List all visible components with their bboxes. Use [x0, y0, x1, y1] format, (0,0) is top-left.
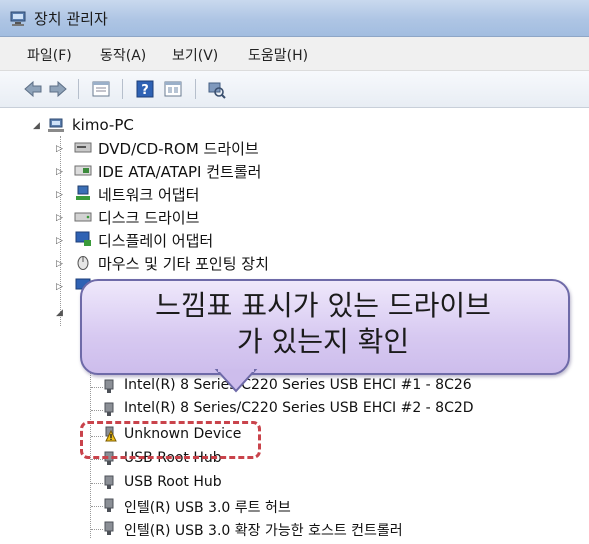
tree-root-node[interactable]: kimo-PC [72, 116, 134, 134]
tree-node-usb-ehci-1[interactable]: Intel(R) 8 Series/C220 Series USB EHCI #… [124, 377, 472, 393]
ide-controller-icon [74, 165, 92, 176]
expand-arrow-icon[interactable]: ▷ [56, 167, 63, 177]
tree-node-disk[interactable]: 디스크 드라이브 [98, 207, 199, 228]
svg-text:?: ? [141, 83, 149, 98]
back-arrow-icon[interactable] [22, 78, 44, 100]
expand-arrow-icon[interactable]: ▷ [56, 282, 63, 292]
tree-node-mouse[interactable]: 마우스 및 기타 포인팅 장치 [98, 253, 269, 274]
toolbar-separator [195, 79, 196, 99]
menu-file[interactable]: 파일(F) [27, 45, 72, 65]
unknown-device-highlight [80, 421, 261, 459]
collapse-arrow-icon[interactable]: ◢ [56, 308, 63, 318]
tree-node-intel-usb3-root-hub[interactable]: 인텔(R) USB 3.0 루트 허브 [124, 497, 291, 517]
usb-plug-icon [104, 498, 114, 512]
expand-arrow-icon[interactable]: ▷ [56, 190, 63, 200]
view-icon[interactable] [162, 78, 184, 100]
callout-pointer [214, 369, 258, 393]
forward-arrow-icon[interactable] [47, 78, 69, 100]
usb-plug-icon [104, 402, 114, 416]
menu-action[interactable]: 동작(A) [100, 45, 146, 65]
collapse-arrow-icon[interactable]: ◢ [33, 121, 40, 131]
usb-plug-icon [104, 379, 114, 393]
menu-bar: 파일(F) 동작(A) 보기(V) 도움말(H) [0, 37, 589, 71]
tree-node-dvd[interactable]: DVD/CD-ROM 드라이브 [98, 138, 259, 159]
device-manager-icon [10, 11, 26, 26]
tree-node-usb-root-hub-2[interactable]: USB Root Hub [124, 474, 222, 490]
callout-line-1: 느낌표 표시가 있는 드라이브 [155, 289, 491, 322]
tree-node-ide[interactable]: IDE ATA/ATAPI 컨트롤러 [98, 161, 261, 182]
menu-help[interactable]: 도움말(H) [248, 45, 308, 65]
callout-line-2: 가 있는지 확인 [236, 325, 410, 358]
computer-icon [48, 118, 64, 132]
tree-node-network[interactable]: 네트워크 어댑터 [98, 184, 199, 205]
expand-arrow-icon[interactable]: ▷ [56, 236, 63, 246]
network-adapter-icon [76, 185, 90, 200]
display-adapter-icon [75, 231, 91, 246]
optical-drive-icon [74, 142, 92, 153]
tree-node-display[interactable]: 디스플레이 어댑터 [98, 230, 213, 251]
toolbar: ? [0, 71, 589, 108]
tree-guide-line [60, 136, 61, 326]
expand-arrow-icon[interactable]: ▷ [56, 259, 63, 269]
window-title: 장치 관리자 [34, 10, 108, 28]
toolbar-separator [78, 79, 79, 99]
expand-arrow-icon[interactable]: ▷ [56, 144, 63, 154]
tree-node-intel-usb3-host-controller[interactable]: 인텔(R) USB 3.0 확장 가능한 호스트 컨트롤러 [124, 520, 403, 540]
expand-arrow-icon[interactable]: ▷ [56, 213, 63, 223]
mouse-icon [77, 256, 89, 270]
usb-plug-icon [104, 475, 114, 489]
tree-node-usb-ehci-2[interactable]: Intel(R) 8 Series/C220 Series USB EHCI #… [124, 400, 474, 416]
title-bar[interactable]: 장치 관리자 [0, 0, 589, 37]
device-manager-window: 장치 관리자 파일(F) 동작(A) 보기(V) 도움말(H) ? ◢ kimo… [0, 0, 589, 544]
menu-view[interactable]: 보기(V) [172, 45, 218, 65]
scan-hardware-icon[interactable] [205, 78, 227, 100]
toolbar-separator [122, 79, 123, 99]
disk-drive-icon [74, 212, 92, 222]
callout-text: 느낌표 표시가 있는 드라이브 가 있는지 확인 [80, 288, 566, 360]
help-icon[interactable]: ? [134, 78, 156, 100]
properties-icon[interactable] [90, 78, 112, 100]
usb-plug-icon [104, 521, 114, 535]
